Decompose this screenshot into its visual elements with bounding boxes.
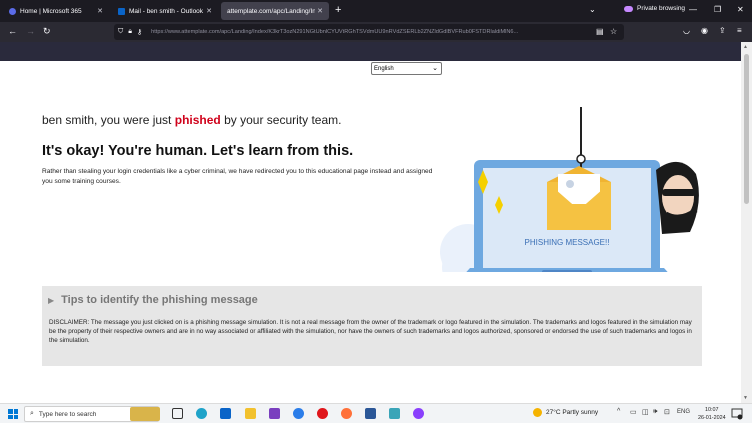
bookmark-star-icon[interactable]: ☆ — [610, 27, 617, 36]
language-select-value: English — [374, 65, 394, 72]
task-view-icon[interactable] — [172, 408, 183, 419]
volume-icon[interactable]: ◫ — [642, 408, 649, 416]
tab-microsoft-365[interactable]: Home | Microsoft 365 ✕ — [3, 2, 109, 20]
reader-view-icon[interactable]: ▤ — [596, 27, 604, 36]
disclaimer-text: DISCLAIMER: The message you just clicked… — [49, 319, 692, 345]
close-icon[interactable]: ✕ — [206, 7, 212, 15]
pocket-icon[interactable]: ◡ — [683, 26, 690, 35]
forward-arrow-icon[interactable]: → — [26, 26, 35, 36]
back-arrow-icon[interactable]: ← — [8, 26, 17, 36]
hacker-mask — [662, 189, 696, 196]
new-tab-button[interactable]: + — [335, 4, 341, 16]
chrome-icon[interactable] — [293, 408, 304, 419]
phished-word: phished — [174, 113, 221, 127]
tips-title[interactable]: Tips to identify the phishing message — [61, 294, 258, 306]
browser-nav-bar: ← → ↻ ⛉ 🔒︎ ⚷ https://www.attemplate.com/… — [0, 22, 752, 42]
close-icon[interactable]: ✕ — [97, 7, 103, 15]
firefox-private-icon[interactable] — [413, 408, 424, 419]
scroll-down-icon[interactable]: ▼ — [743, 395, 748, 401]
sun-icon — [533, 408, 542, 417]
page-header-band — [0, 42, 741, 61]
phished-message: ben smith, you were just phished by your… — [42, 113, 341, 127]
greeting-prefix: ben smith, you were just — [42, 113, 175, 127]
reload-icon[interactable]: ↻ — [43, 26, 51, 37]
scrollbar-thumb[interactable] — [744, 54, 749, 204]
letter-avatar — [566, 180, 574, 188]
url-text[interactable]: https://www.attemplate.com/apc/Landing/I… — [151, 29, 581, 35]
language-select[interactable]: English ⌄ — [371, 62, 442, 75]
file-explorer-icon[interactable] — [245, 408, 256, 419]
private-label: Private browsing — [637, 5, 686, 12]
account-icon[interactable]: ◉ — [701, 26, 708, 35]
close-icon[interactable]: ✕ — [317, 7, 323, 15]
clock-date: 26-01-2024 — [698, 415, 726, 421]
language-indicator[interactable]: ENG — [677, 409, 690, 415]
phishing-illustration: PHISHING MESSAGE!! — [440, 107, 699, 272]
laptop-hinge — [542, 270, 592, 272]
tab-label: Mail - ben smith - Outlook — [129, 7, 204, 15]
extensions-icon[interactable]: ⇪ — [719, 26, 726, 35]
page-description: Rather than stealing your login credenti… — [42, 168, 433, 185]
edge-icon[interactable] — [196, 408, 207, 419]
firefox-icon[interactable] — [341, 408, 352, 419]
expand-triangle-icon[interactable]: ▶ — [48, 296, 54, 305]
tab-label: Home | Microsoft 365 — [20, 7, 82, 15]
app-icon[interactable] — [389, 408, 400, 419]
chevron-up-icon[interactable]: ^ — [617, 408, 620, 415]
menu-icon[interactable]: ≡ — [737, 26, 742, 35]
shield-icon[interactable]: ⛉ — [118, 28, 123, 36]
network-icon[interactable]: ▭ — [630, 408, 637, 416]
browser-tab-bar: Home | Microsoft 365 ✕ Mail - ben smith … — [0, 0, 752, 22]
lock-icon[interactable]: 🔒︎ — [128, 28, 132, 36]
url-bar[interactable]: ⛉ 🔒︎ ⚷ https://www.attemplate.com/apc/La… — [114, 24, 624, 40]
tab-outlook[interactable]: Mail - ben smith - Outlook ✕ — [112, 2, 218, 20]
weather-text: 27°C Partly sunny — [546, 409, 599, 416]
list-all-tabs-icon[interactable]: ⌄ — [589, 5, 596, 14]
windows-start-icon[interactable] — [8, 409, 18, 419]
close-window-button[interactable]: ✕ — [737, 5, 744, 14]
speaker-icon[interactable]: 🕪︎ — [653, 408, 657, 416]
search-placeholder: Type here to search — [38, 410, 97, 418]
screen: Home | Microsoft 365 ✕ Mail - ben smith … — [0, 0, 752, 423]
private-mask-icon — [624, 5, 633, 12]
scroll-up-icon[interactable]: ▲ — [743, 44, 748, 50]
fishing-hook-ring — [576, 154, 586, 164]
clock[interactable]: 10:07 26-01-2024 — [698, 406, 726, 422]
word-icon[interactable] — [365, 408, 376, 419]
search-highlight-icon[interactable] — [130, 407, 160, 421]
outlook-icon — [118, 7, 125, 15]
screen-text: PHISHING MESSAGE!! — [525, 238, 610, 247]
restore-button[interactable]: ❐ — [714, 5, 721, 14]
page-scrollbar[interactable]: ▲ ▼ — [741, 42, 752, 403]
tab-attemplate[interactable]: attemplate.com/apc/Landing/Inde ✕ — [221, 2, 329, 20]
opera-icon[interactable] — [317, 408, 328, 419]
battery-icon[interactable]: ⊡ — [664, 408, 670, 416]
tab-label: attemplate.com/apc/Landing/Inde — [227, 7, 315, 15]
chevron-down-icon: ⌄ — [432, 65, 438, 72]
weather-widget[interactable]: 27°C Partly sunny — [533, 408, 598, 417]
private-browsing-indicator: Private browsing — [624, 5, 685, 12]
tips-header[interactable]: ▶ Tips to identify the phishing message — [48, 294, 258, 306]
minimize-button[interactable]: — — [689, 5, 697, 14]
tips-section: ▶ Tips to identify the phishing message … — [42, 286, 702, 366]
mail-icon[interactable] — [220, 408, 231, 419]
clock-time: 10:07 — [705, 407, 719, 413]
greeting-suffix: by your security team. — [220, 113, 342, 127]
key-icon[interactable]: ⚷ — [137, 28, 142, 36]
visual-studio-icon[interactable] — [269, 408, 280, 419]
page-title: It's okay! You're human. Let's learn fro… — [42, 143, 354, 159]
microsoft365-icon — [9, 7, 16, 15]
notification-icon[interactable] — [731, 408, 743, 420]
windows-taskbar: ⌕ Type here to search 27°C Partly sunny … — [0, 403, 752, 423]
search-icon: ⌕ — [30, 410, 34, 417]
